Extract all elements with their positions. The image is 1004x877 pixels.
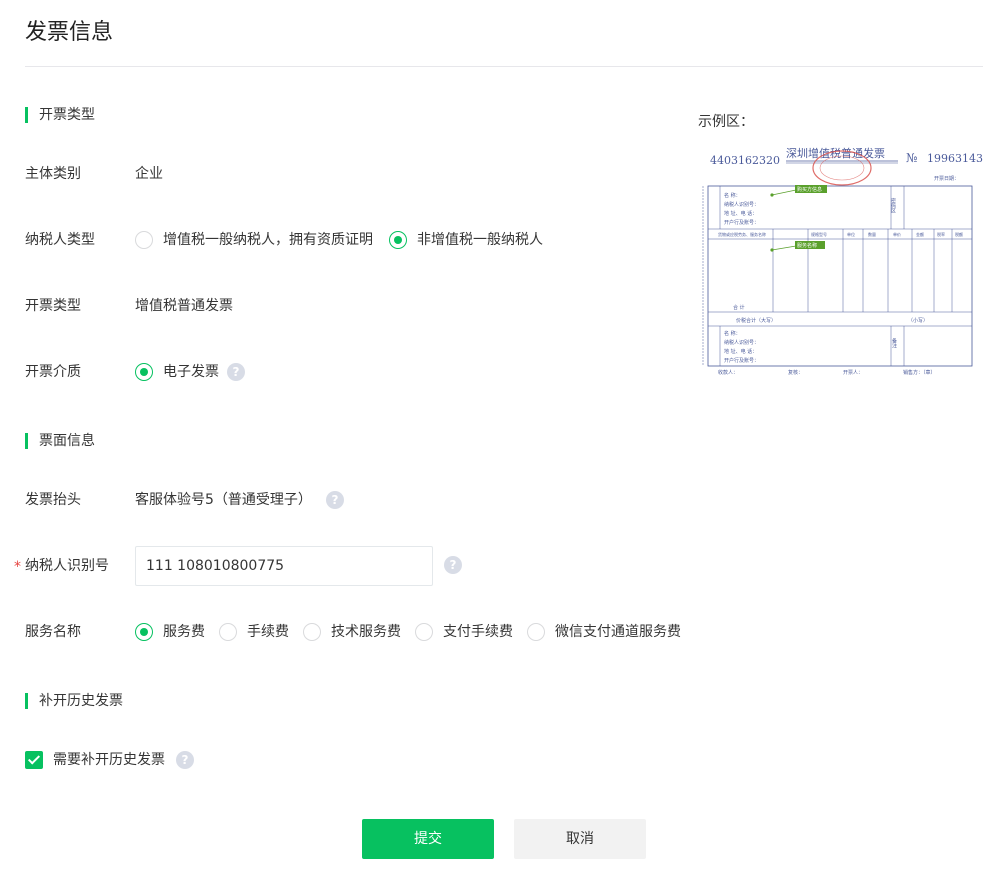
radio-circle: [219, 623, 237, 641]
radio-payment-fee[interactable]: 支付手续费: [415, 621, 513, 643]
seller-row-name: 名 称：: [724, 330, 741, 337]
invoice-kind-value: 增值税普通发票: [135, 298, 233, 314]
reissue-history-checkbox[interactable]: 需要补开历史发票: [25, 749, 176, 771]
price-tax-small-label: （小写）: [908, 317, 928, 324]
help-icon[interactable]: ?: [227, 363, 245, 381]
buyer-row-taxid: 纳税人识别号：: [724, 201, 759, 208]
radio-general-taxpayer[interactable]: 增值税一般纳税人，拥有资质证明: [135, 229, 373, 251]
cancel-button[interactable]: 取消: [514, 819, 646, 859]
section-header-face-info: 票面信息: [25, 433, 95, 449]
reissue-history-label: 需要补开历史发票: [53, 752, 165, 768]
col-header-tax: 税额: [955, 231, 963, 237]
invoice-date-label: 开票日期：: [934, 176, 959, 182]
radio-non-general-taxpayer[interactable]: 非增值税一般纳税人: [389, 229, 543, 251]
radio-label: 增值税一般纳税人，拥有资质证明: [163, 232, 373, 248]
radio-label: 手续费: [247, 624, 289, 640]
footer-reviewer: 复核：: [788, 369, 803, 376]
remark-label: 备注: [891, 337, 897, 349]
seller-row-address: 地 址、电 话：: [724, 348, 757, 355]
col-header-spec: 规格型号: [811, 231, 827, 237]
buyer-tag-text: 购买方信息: [797, 186, 822, 193]
invoice-code: 4403162320: [710, 154, 780, 167]
tag-pointer: [771, 245, 797, 251]
col-header-price: 单价: [893, 231, 901, 237]
radio-circle: [135, 363, 153, 381]
price-tax-total-label: 价税合计（大写）: [736, 317, 776, 324]
tag-dot: [770, 193, 774, 197]
radio-circle: [389, 231, 407, 249]
radio-label: 微信支付通道服务费: [555, 624, 681, 640]
item-tag-text: 服务名称: [797, 242, 817, 249]
invoice-title-label: 发票抬头: [25, 492, 81, 508]
col-header-rate: 税率: [937, 231, 945, 237]
radio-label: 技术服务费: [331, 624, 401, 640]
footer-drawer: 开票人：: [843, 370, 863, 376]
col-header-qty: 数量: [868, 231, 876, 237]
help-icon[interactable]: ?: [176, 751, 194, 769]
radio-service-fee[interactable]: 服务费: [135, 621, 205, 643]
col-header-amount: 金额: [916, 231, 924, 237]
col-header-unit: 单位: [847, 231, 855, 237]
seller-row-bank: 开户行及账号：: [724, 357, 759, 364]
invoice-kind-label: 开票类型: [25, 298, 81, 314]
help-icon[interactable]: ?: [325, 491, 344, 509]
radio-electronic-invoice[interactable]: 电子发票: [135, 361, 219, 383]
radio-circle: [135, 623, 153, 641]
radio-wechat-channel-fee[interactable]: 微信支付通道服务费: [527, 621, 681, 643]
number-prefix: №: [906, 151, 917, 165]
example-label: 示例区：: [698, 114, 754, 130]
radio-circle: [303, 623, 321, 641]
submit-button[interactable]: 提交: [362, 819, 494, 859]
col-header-item: 货物或应税劳务、服务名称: [718, 231, 766, 237]
tag-pointer: [771, 189, 797, 196]
invoice-title-value-wrap: 客服体验号5（普通受理子） ?: [135, 489, 344, 511]
section-header-invoice-type: 开票类型: [25, 107, 95, 123]
radio-label: 服务费: [163, 624, 205, 640]
entity-type-label: 主体类别: [25, 166, 81, 182]
radio-label: 支付手续费: [443, 624, 513, 640]
invoice-medium-radio-group: 电子发票 ?: [135, 361, 245, 383]
page-title: 发票信息: [25, 20, 114, 45]
footer-payee: 收款人：: [718, 369, 738, 376]
taxpayer-id-label: 纳税人识别号: [25, 558, 109, 574]
buyer-row-bank: 开户行及账号：: [724, 219, 759, 226]
radio-handling-fee[interactable]: 手续费: [219, 621, 289, 643]
taxpayer-id-input[interactable]: 111 108010800775: [135, 546, 433, 586]
required-star: *: [14, 559, 21, 575]
total-row-label: 合 计: [733, 304, 745, 311]
reissue-history-row: 需要补开历史发票 ?: [25, 749, 194, 771]
taxpayer-type-label: 纳税人类型: [25, 232, 95, 248]
radio-label: 非增值税一般纳税人: [417, 232, 543, 248]
invoice-title-value: 客服体验号5（普通受理子）: [135, 492, 312, 508]
example-invoice-image: 4403162320 深圳增值税普通发票 № 19963143 开票日期： 名 …: [702, 146, 983, 376]
radio-label: 电子发票: [163, 364, 219, 380]
title-divider: [25, 66, 983, 67]
service-name-radio-group: 服务费 手续费 技术服务费 支付手续费 微信支付通道服务费: [135, 621, 681, 643]
invoice-medium-label: 开票介质: [25, 364, 81, 380]
checkbox-checked: [25, 751, 43, 769]
radio-tech-service-fee[interactable]: 技术服务费: [303, 621, 401, 643]
seller-row-taxid: 纳税人识别号：: [724, 339, 759, 346]
radio-circle: [415, 623, 433, 641]
service-name-label: 服务名称: [25, 624, 81, 640]
taxpayer-type-radio-group: 增值税一般纳税人，拥有资质证明 非增值税一般纳税人: [135, 229, 557, 251]
tag-dot: [770, 248, 774, 252]
footer-seller: 销售方：（章）: [903, 369, 936, 376]
radio-circle: [135, 231, 153, 249]
buyer-row-address: 地 址、电 话：: [724, 210, 757, 217]
section-header-history: 补开历史发票: [25, 693, 123, 709]
help-icon[interactable]: ?: [444, 556, 462, 574]
password-area-label: 密码区: [890, 197, 896, 213]
radio-circle: [527, 623, 545, 641]
invoice-number: 19963143: [927, 152, 983, 165]
entity-type-value: 企业: [135, 166, 163, 182]
invoice-heading: 深圳增值税普通发票: [786, 146, 885, 160]
buyer-row-name: 名 称：: [724, 192, 741, 199]
